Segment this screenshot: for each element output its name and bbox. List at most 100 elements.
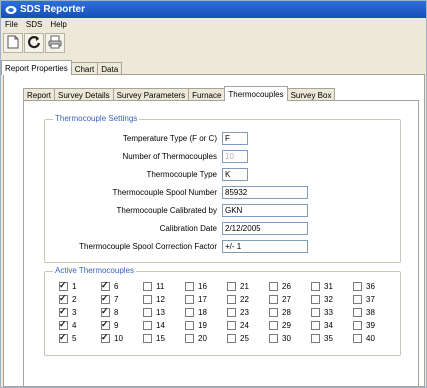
checkbox-empty-icon[interactable] bbox=[227, 308, 236, 317]
refresh-button[interactable] bbox=[24, 33, 44, 53]
thermocouple-checkbox[interactable]: 11 bbox=[143, 282, 164, 291]
checkbox-empty-icon[interactable] bbox=[185, 308, 194, 317]
thermocouple-checkbox[interactable]: 40 bbox=[353, 334, 375, 343]
thermocouple-checkbox[interactable]: 14 bbox=[143, 321, 165, 330]
checkbox-empty-icon[interactable] bbox=[311, 334, 320, 343]
settings-label: Thermocouple Spool Correction Factor bbox=[79, 242, 217, 251]
checkbox-empty-icon[interactable] bbox=[353, 308, 362, 317]
checkbox-empty-icon[interactable] bbox=[143, 282, 152, 291]
thermocouple-checkbox[interactable]: 17 bbox=[185, 295, 207, 304]
thermocouple-checkbox[interactable]: 22 bbox=[227, 295, 249, 304]
checkbox-checked-icon[interactable] bbox=[59, 319, 68, 330]
new-button[interactable] bbox=[3, 33, 23, 53]
checkbox-checked-icon[interactable] bbox=[101, 293, 110, 304]
settings-input[interactable]: +/- 1 bbox=[222, 240, 308, 253]
settings-input[interactable]: 2/12/2005 bbox=[222, 222, 308, 235]
checkbox-empty-icon[interactable] bbox=[269, 282, 278, 291]
checkbox-empty-icon[interactable] bbox=[185, 334, 194, 343]
thermocouple-checkbox[interactable]: 18 bbox=[185, 308, 207, 317]
checkbox-empty-icon[interactable] bbox=[227, 295, 236, 304]
thermocouple-checkbox[interactable]: 39 bbox=[353, 321, 375, 330]
menu-help[interactable]: Help bbox=[46, 20, 70, 29]
thermocouple-checkbox[interactable]: 15 bbox=[143, 334, 165, 343]
thermocouple-checkbox[interactable]: 24 bbox=[227, 321, 249, 330]
thermocouple-checkbox[interactable]: 27 bbox=[269, 295, 291, 304]
menu-file[interactable]: File bbox=[1, 20, 22, 29]
checkbox-empty-icon[interactable] bbox=[311, 282, 320, 291]
settings-input[interactable]: 85932 bbox=[222, 186, 308, 199]
thermocouple-checkbox[interactable]: 13 bbox=[143, 308, 165, 317]
thermocouple-checkbox[interactable]: 9 bbox=[101, 319, 118, 330]
thermocouple-checkbox[interactable]: 16 bbox=[185, 282, 207, 291]
checkbox-empty-icon[interactable] bbox=[353, 334, 362, 343]
thermocouple-checkbox[interactable]: 26 bbox=[269, 282, 291, 291]
thermocouple-checkbox[interactable]: 21 bbox=[227, 282, 249, 291]
checkbox-empty-icon[interactable] bbox=[143, 321, 152, 330]
checkbox-empty-icon[interactable] bbox=[269, 308, 278, 317]
title-bar[interactable]: SDS Reporter bbox=[1, 1, 426, 18]
checkbox-empty-icon[interactable] bbox=[185, 321, 194, 330]
checkbox-empty-icon[interactable] bbox=[143, 295, 152, 304]
checkbox-empty-icon[interactable] bbox=[269, 295, 278, 304]
checkbox-empty-icon[interactable] bbox=[185, 282, 194, 291]
thermocouple-checkbox[interactable]: 7 bbox=[101, 293, 118, 304]
thermocouple-checkbox[interactable]: 31 bbox=[311, 282, 333, 291]
checkbox-checked-icon[interactable] bbox=[59, 332, 68, 343]
checkbox-checked-icon[interactable] bbox=[101, 332, 110, 343]
thermocouple-checkbox[interactable]: 4 bbox=[59, 319, 76, 330]
checkbox-empty-icon[interactable] bbox=[227, 334, 236, 343]
thermocouple-checkbox[interactable]: 34 bbox=[311, 321, 333, 330]
tab-report-properties[interactable]: Report Properties bbox=[1, 60, 72, 75]
thermocouple-checkbox[interactable]: 32 bbox=[311, 295, 333, 304]
checkbox-checked-icon[interactable] bbox=[101, 319, 110, 330]
checkbox-empty-icon[interactable] bbox=[227, 282, 236, 291]
thermocouple-checkbox[interactable]: 29 bbox=[269, 321, 291, 330]
tab-thermocouples[interactable]: Thermocouples bbox=[224, 86, 288, 101]
settings-input[interactable]: K bbox=[222, 168, 248, 181]
menu-sds[interactable]: SDS bbox=[22, 20, 46, 29]
checkbox-checked-icon[interactable] bbox=[59, 306, 68, 317]
checkbox-empty-icon[interactable] bbox=[185, 295, 194, 304]
checkbox-empty-icon[interactable] bbox=[269, 321, 278, 330]
thermocouple-number: 2 bbox=[72, 295, 77, 304]
checkbox-empty-icon[interactable] bbox=[227, 321, 236, 330]
thermocouple-checkbox[interactable]: 1 bbox=[59, 280, 76, 291]
thermocouple-checkbox[interactable]: 30 bbox=[269, 334, 291, 343]
checkbox-empty-icon[interactable] bbox=[311, 321, 320, 330]
thermocouple-checkbox[interactable]: 28 bbox=[269, 308, 291, 317]
thermocouple-checkbox[interactable]: 10 bbox=[101, 332, 123, 343]
thermocouple-checkbox[interactable]: 2 bbox=[59, 293, 77, 304]
checkbox-checked-icon[interactable] bbox=[59, 293, 68, 304]
thermocouple-number: 23 bbox=[240, 308, 249, 317]
thermocouple-checkbox[interactable]: 12 bbox=[143, 295, 165, 304]
print-button[interactable] bbox=[45, 33, 65, 53]
thermocouple-checkbox[interactable]: 6 bbox=[101, 280, 118, 291]
checkbox-checked-icon[interactable] bbox=[101, 280, 110, 291]
checkbox-empty-icon[interactable] bbox=[143, 334, 152, 343]
thermocouple-checkbox[interactable]: 36 bbox=[353, 282, 375, 291]
thermocouple-checkbox[interactable]: 23 bbox=[227, 308, 249, 317]
settings-input[interactable]: GKN bbox=[222, 204, 308, 217]
checkbox-empty-icon[interactable] bbox=[353, 321, 362, 330]
checkbox-empty-icon[interactable] bbox=[311, 295, 320, 304]
thermocouple-checkbox[interactable]: 19 bbox=[185, 321, 207, 330]
checkbox-empty-icon[interactable] bbox=[269, 334, 278, 343]
thermocouple-checkbox[interactable]: 35 bbox=[311, 334, 333, 343]
checkbox-checked-icon[interactable] bbox=[59, 280, 68, 291]
toolbar bbox=[3, 32, 66, 54]
checkbox-empty-icon[interactable] bbox=[143, 308, 152, 317]
checkbox-empty-icon[interactable] bbox=[353, 282, 362, 291]
checkbox-checked-icon[interactable] bbox=[101, 306, 110, 317]
thermocouple-checkbox[interactable]: 8 bbox=[101, 306, 118, 317]
checkbox-empty-icon[interactable] bbox=[353, 295, 362, 304]
settings-input[interactable]: F bbox=[222, 132, 248, 145]
thermocouple-checkbox[interactable]: 37 bbox=[353, 295, 375, 304]
thermocouple-checkbox[interactable]: 20 bbox=[185, 334, 207, 343]
thermocouple-checkbox[interactable]: 3 bbox=[59, 306, 76, 317]
thermocouple-checkbox[interactable]: 5 bbox=[59, 332, 76, 343]
checkbox-empty-icon[interactable] bbox=[311, 308, 320, 317]
thermocouple-checkbox[interactable]: 38 bbox=[353, 308, 375, 317]
thermocouple-checkbox[interactable]: 25 bbox=[227, 334, 249, 343]
thermocouple-checkbox[interactable]: 33 bbox=[311, 308, 333, 317]
settings-row: Calibration Date 2/12/2005 bbox=[47, 222, 308, 235]
